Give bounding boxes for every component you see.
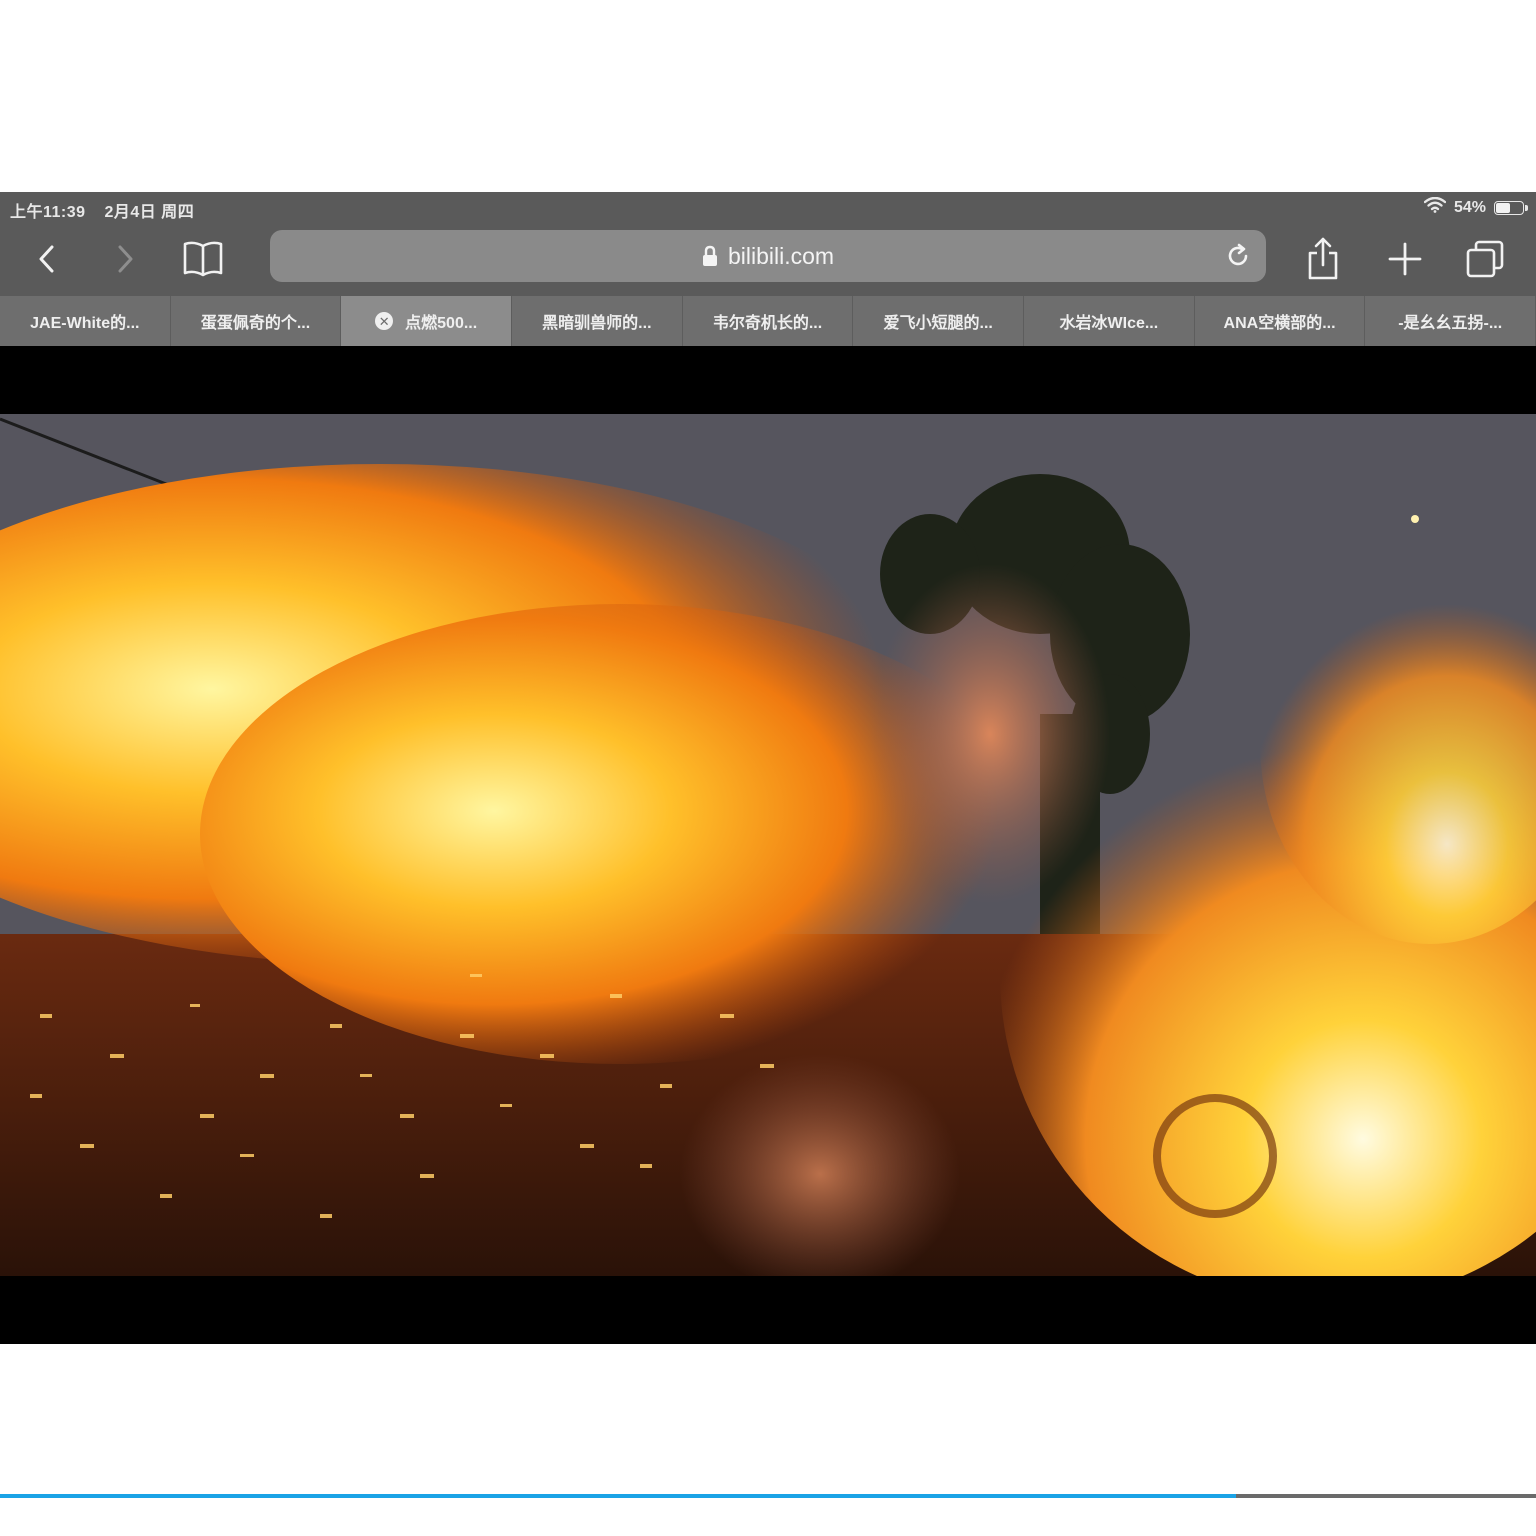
video-frame[interactable] <box>0 414 1536 1276</box>
tab-label: -是幺幺五拐-... <box>1398 315 1503 332</box>
status-time: 上午11:39 <box>10 204 86 221</box>
back-button[interactable] <box>24 236 70 282</box>
bookmarks-button[interactable] <box>180 236 226 282</box>
battery-fill <box>1496 202 1510 213</box>
tab-label: JAE-White的... <box>30 315 140 332</box>
tabs-overview-button[interactable] <box>1462 236 1508 282</box>
tab-6[interactable]: 水岩冰WIce... <box>1024 296 1195 346</box>
url-text: bilibili.com <box>727 242 835 269</box>
battery-icon <box>1494 200 1528 215</box>
tab-label: 蛋蛋佩奇的个... <box>200 315 311 332</box>
battery-percent: 54% <box>1453 198 1486 216</box>
tab-label: 黑暗驯兽师的... <box>542 315 652 332</box>
tab-1[interactable]: 蛋蛋佩奇的个... <box>170 296 342 346</box>
reload-button[interactable] <box>1224 242 1252 270</box>
fire-explosion-scene <box>0 414 1536 1276</box>
chevron-left-icon <box>39 245 54 273</box>
address-bar[interactable]: bilibili.com <box>270 230 1266 282</box>
chevron-right-icon <box>118 245 133 273</box>
browser-toolbar: bilibili.com <box>0 222 1536 296</box>
lock-icon <box>702 245 718 267</box>
tab-8[interactable]: -是幺幺五拐-... <box>1365 296 1536 346</box>
plus-icon <box>1388 242 1422 276</box>
tab-label: 水岩冰WIce... <box>1059 315 1159 332</box>
video-progress-fill <box>0 1494 1237 1498</box>
tab-7[interactable]: ANA空横部的... <box>1194 296 1366 346</box>
reload-icon <box>1228 243 1248 266</box>
tab-4[interactable]: 韦尔奇机长的... <box>682 296 854 346</box>
tabs-icon <box>1466 240 1504 278</box>
share-icon <box>1308 237 1338 280</box>
video-progress-bar[interactable] <box>0 1494 1536 1498</box>
tab-label: ANA空横部的... <box>1223 315 1336 332</box>
status-date: 2月4日 周四 <box>104 204 195 221</box>
close-tab-icon[interactable]: ✕ <box>375 312 394 330</box>
status-bar: 上午11:39 2月4日 周四 54% <box>0 192 1536 222</box>
wifi-icon <box>1423 196 1447 218</box>
share-button[interactable] <box>1300 236 1346 282</box>
tab-5[interactable]: 爱飞小短腿的... <box>853 296 1025 346</box>
video-player[interactable] <box>0 346 1536 1498</box>
tab-label: 爱飞小短腿的... <box>883 315 993 332</box>
tab-label: 韦尔奇机长的... <box>712 315 823 332</box>
tab-3[interactable]: 黑暗驯兽师的... <box>512 296 683 346</box>
tab-0[interactable]: JAE-White的... <box>0 296 171 346</box>
forward-button[interactable] <box>102 236 148 282</box>
tab-label: 点燃500... <box>405 315 478 332</box>
tab-bar: JAE-White的... 蛋蛋佩奇的个... ✕ 点燃500... 黑暗驯兽师的… <box>0 296 1536 346</box>
tab-2-active[interactable]: ✕ 点燃500... <box>341 296 513 346</box>
ipad-screen: 上午11:39 2月4日 周四 54% bilibili.com JAE-Whi… <box>0 192 1536 1498</box>
new-tab-button[interactable] <box>1382 236 1428 282</box>
bookmarks-book-icon <box>183 241 223 277</box>
